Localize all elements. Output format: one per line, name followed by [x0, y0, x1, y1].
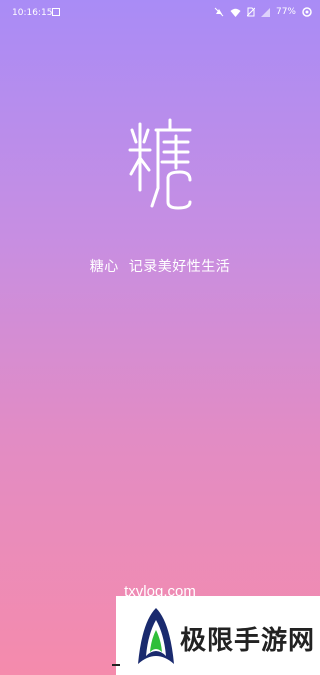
nav-hint-bar — [112, 664, 120, 666]
status-bar: 10:16:15 77% — [0, 0, 320, 24]
battery-text: 77% — [275, 7, 296, 17]
app-name: 糖心 — [89, 259, 119, 275]
tagline: 糖心 记录美好性生活 — [0, 256, 320, 276]
image-icon — [52, 8, 60, 16]
slogan: 记录美好性生活 — [128, 259, 231, 275]
status-time: 10:16:15 — [12, 8, 53, 18]
status-icons: 77% — [214, 6, 312, 18]
no-sim-icon — [246, 7, 255, 17]
app-logo: 糖 — [128, 118, 192, 210]
watermark-logo-icon — [138, 608, 174, 664]
mute-icon — [214, 7, 224, 17]
rotate-icon — [302, 7, 312, 17]
watermark-text: 极限手游网 — [180, 626, 316, 656]
signal-icon — [260, 7, 270, 17]
watermark-banner: 极限手游网 — [116, 596, 320, 675]
wifi-icon — [230, 8, 241, 17]
